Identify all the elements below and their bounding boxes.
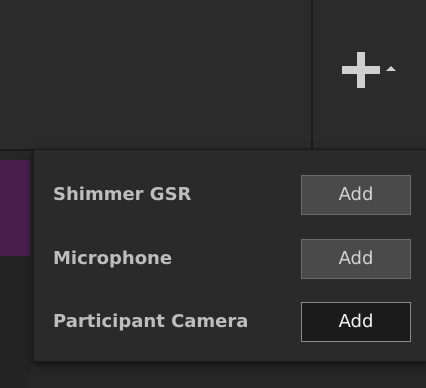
selected-track-strip: [0, 160, 30, 256]
track-area: [0, 256, 30, 388]
add-participant-camera-button[interactable]: Add: [301, 302, 411, 342]
toolbar-divider: [311, 0, 313, 149]
add-device-menu-button[interactable]: [330, 40, 410, 100]
add-shimmer-gsr-button[interactable]: Add: [301, 175, 411, 215]
caret-up-icon: [386, 66, 396, 71]
app-window: Shimmer GSR Add Microphone Add Participa…: [0, 0, 426, 388]
menu-item-label: Participant Camera: [53, 311, 249, 332]
add-microphone-button[interactable]: Add: [301, 239, 411, 279]
menu-item-shimmer-gsr: Shimmer GSR Add: [34, 165, 426, 221]
plus-icon: [342, 52, 380, 88]
top-toolbar: [0, 0, 426, 149]
add-device-popup: Shimmer GSR Add Microphone Add Participa…: [33, 149, 426, 362]
menu-item-label: Shimmer GSR: [53, 184, 192, 205]
menu-item-label: Microphone: [53, 248, 173, 269]
menu-item-participant-camera: Participant Camera Add: [34, 292, 426, 348]
menu-item-microphone: Microphone Add: [34, 229, 426, 285]
